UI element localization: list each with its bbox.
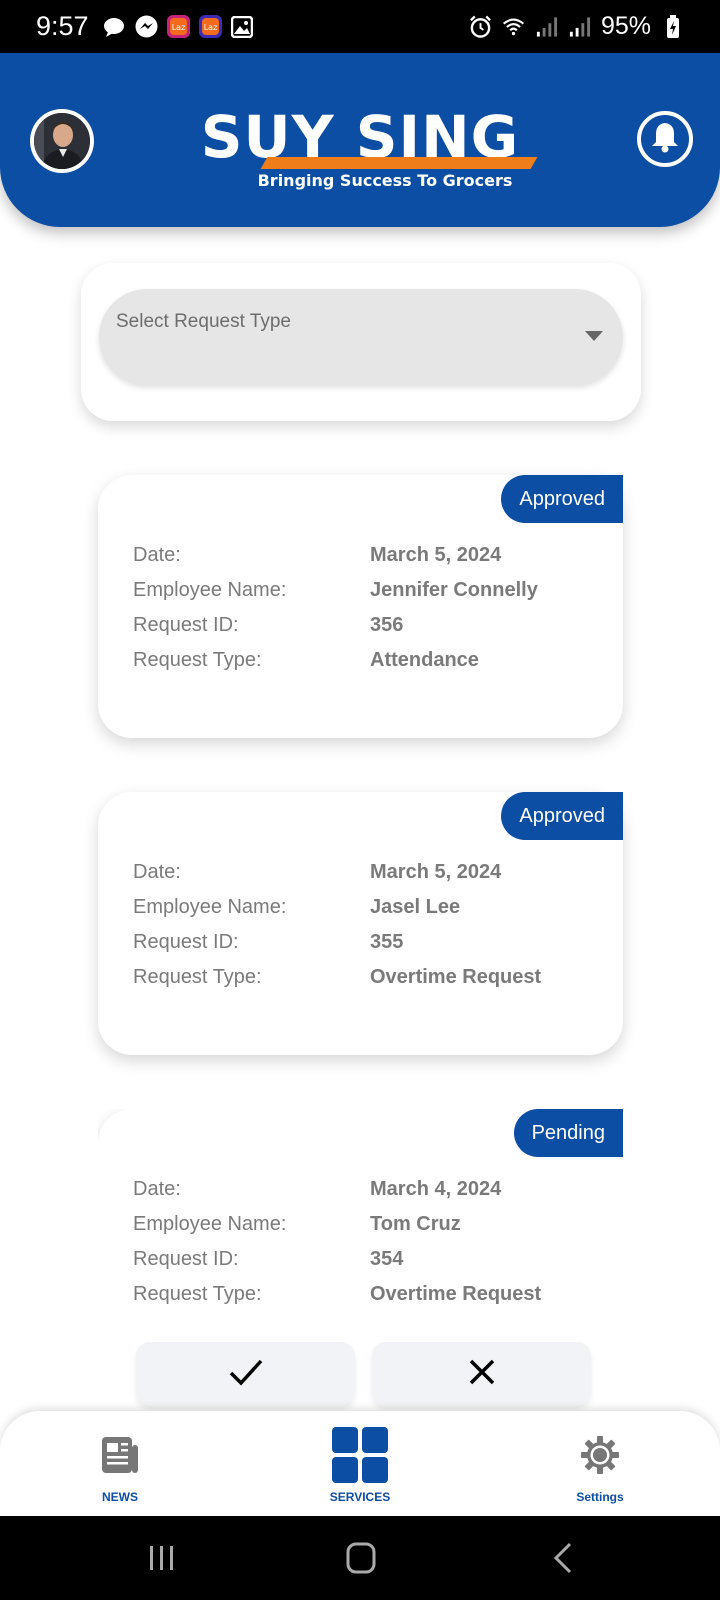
- dropdown-arrow-icon: [585, 331, 603, 341]
- lazada-icon: Laz: [166, 15, 190, 38]
- svg-text:Laz: Laz: [171, 23, 185, 32]
- request-id-row: Request ID: 354: [133, 1242, 541, 1277]
- wifi-icon: [502, 15, 525, 38]
- brand-logo: SUY SING Bringing Success To Grocers: [168, 103, 552, 195]
- system-status-icons: 95%: [469, 12, 684, 41]
- app-header: SUY SING Bringing Success To Grocers: [0, 53, 720, 227]
- status-badge: Approved: [501, 792, 623, 840]
- request-type-value: Attendance: [370, 649, 479, 671]
- date-label: Date:: [133, 861, 181, 883]
- svg-text:Laz: Laz: [203, 23, 217, 32]
- employee-row: Employee Name: Jennifer Connelly: [133, 573, 538, 608]
- request-id-value: 355: [370, 931, 404, 953]
- employee-row: Employee Name: Tom Cruz: [133, 1207, 541, 1242]
- request-type-value: Overtime Request: [370, 1283, 542, 1305]
- employee-row: Employee Name: Jasel Lee: [133, 890, 541, 925]
- request-id-row: Request ID: 356: [133, 608, 538, 643]
- close-icon: [468, 1358, 496, 1391]
- request-details: Date: March 5, 2024 Employee Name: Jenni…: [133, 538, 538, 678]
- alarm-icon: [469, 15, 492, 38]
- date-row: Date: March 5, 2024: [133, 538, 538, 573]
- request-card[interactable]: Pending Date: March 4, 2024 Employee Nam…: [98, 1109, 623, 1414]
- date-row: Date: March 5, 2024: [133, 855, 541, 890]
- battery-percent: 95%: [600, 12, 651, 40]
- request-id-value: 356: [370, 614, 404, 636]
- status-bar: 9:57 Laz Laz 95%: [0, 0, 720, 53]
- request-type-row: Request Type: Overtime Request: [133, 960, 541, 995]
- employee-name-value: Tom Cruz: [370, 1213, 461, 1235]
- request-details: Date: March 5, 2024 Employee Name: Jasel…: [133, 855, 541, 995]
- signal-icon: [535, 15, 558, 38]
- request-id-label: Request ID:: [133, 1248, 239, 1270]
- battery-icon: [661, 14, 684, 38]
- chat-bubble-icon: [103, 15, 126, 38]
- date-value: March 5, 2024: [370, 544, 502, 566]
- notification-icons: Laz Laz: [103, 15, 254, 38]
- nav-services[interactable]: SERVICES: [300, 1411, 420, 1516]
- request-id-value: 354: [370, 1248, 404, 1270]
- bell-icon: [650, 121, 680, 158]
- date-label: Date:: [133, 544, 181, 566]
- messenger-icon: [135, 15, 158, 38]
- nav-settings[interactable]: Settings: [540, 1411, 660, 1516]
- employee-name-label: Employee Name:: [133, 579, 287, 601]
- request-type-label: Request Type:: [133, 649, 262, 671]
- profile-avatar[interactable]: [30, 109, 94, 173]
- request-type-row: Request Type: Attendance: [133, 643, 538, 678]
- filter-card: Select Request Type: [81, 263, 641, 421]
- newspaper-icon: [100, 1435, 140, 1480]
- request-card[interactable]: Approved Date: March 5, 2024 Employee Na…: [98, 792, 623, 1055]
- notifications-button[interactable]: [637, 111, 693, 167]
- checkmark-icon: [229, 1358, 263, 1391]
- gallery-icon: [231, 15, 254, 38]
- date-value: March 4, 2024: [370, 1178, 502, 1200]
- employee-name-value: Jennifer Connelly: [370, 579, 538, 601]
- back-button[interactable]: [552, 1542, 574, 1579]
- system-navigation-bar: [0, 1516, 720, 1600]
- lazada-icon: Laz: [198, 15, 222, 38]
- request-type-row: Request Type: Overtime Request: [133, 1277, 541, 1312]
- status-time: 9:57: [36, 11, 89, 41]
- nav-settings-label: Settings: [576, 1490, 624, 1504]
- date-label: Date:: [133, 1178, 181, 1200]
- status-badge: Approved: [501, 475, 623, 523]
- reject-button[interactable]: [372, 1342, 591, 1406]
- employee-name-value: Jasel Lee: [370, 896, 461, 918]
- request-id-label: Request ID:: [133, 931, 239, 953]
- request-id-row: Request ID: 355: [133, 925, 541, 960]
- signal-icon: [568, 15, 591, 38]
- status-badge: Pending: [513, 1109, 623, 1157]
- logo-tagline: Bringing Success To Grocers: [257, 171, 513, 190]
- recent-apps-button[interactable]: [148, 1544, 176, 1577]
- request-details: Date: March 4, 2024 Employee Name: Tom C…: [133, 1172, 541, 1312]
- request-card[interactable]: Approved Date: March 5, 2024 Employee Na…: [98, 475, 623, 738]
- request-type-label: Request Type:: [133, 1283, 262, 1305]
- approve-button[interactable]: [136, 1342, 355, 1406]
- select-placeholder: Select Request Type: [116, 311, 291, 332]
- request-type-label: Request Type:: [133, 966, 262, 988]
- nav-news[interactable]: NEWS: [60, 1411, 180, 1516]
- date-row: Date: March 4, 2024: [133, 1172, 541, 1207]
- bottom-nav: NEWS SERVICES Settings: [0, 1411, 720, 1516]
- nav-news-label: NEWS: [102, 1490, 138, 1504]
- nav-services-label: SERVICES: [329, 1490, 391, 1504]
- avatar-photo: [34, 113, 90, 169]
- date-value: March 5, 2024: [370, 861, 502, 883]
- pending-request-viewport: Pending Date: March 4, 2024 Employee Nam…: [98, 1109, 623, 1414]
- home-button[interactable]: [346, 1542, 376, 1579]
- grid-icon: [332, 1427, 388, 1488]
- request-id-label: Request ID:: [133, 614, 239, 636]
- request-type-value: Overtime Request: [370, 966, 542, 988]
- logo-swoosh: [260, 157, 538, 169]
- request-type-select[interactable]: Select Request Type: [99, 289, 623, 385]
- gear-icon: [580, 1435, 620, 1480]
- employee-name-label: Employee Name:: [133, 896, 287, 918]
- employee-name-label: Employee Name:: [133, 1213, 287, 1235]
